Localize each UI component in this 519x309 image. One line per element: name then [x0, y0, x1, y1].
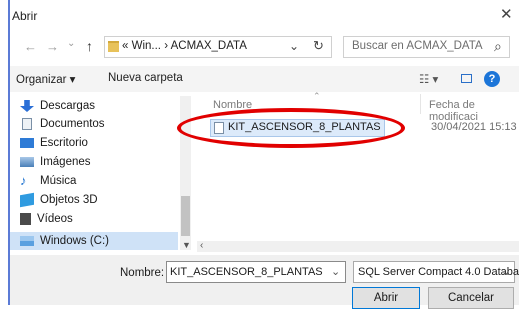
download-icon: [20, 100, 34, 112]
sidebar-item-label: Windows (C:): [40, 235, 110, 247]
search-icon[interactable]: ⌕: [494, 38, 502, 55]
sidebar-item-imagenes[interactable]: Imágenes: [20, 153, 91, 171]
folder-icon: [108, 41, 119, 52]
column-divider[interactable]: [420, 94, 421, 114]
recent-locations-icon[interactable]: ⌄: [67, 38, 75, 49]
file-type-value[interactable]: SQL Server Compact 4.0 Databa: [358, 266, 519, 278]
scroll-left-icon[interactable]: ‹: [200, 240, 203, 251]
breadcrumb-item-acmax-data[interactable]: ACMAX_DATA: [171, 40, 247, 52]
search-placeholder: Buscar en ACMAX_DATA: [352, 40, 483, 52]
list-horizontal-scrollbar[interactable]: [197, 241, 519, 252]
sidebar-scrollbar-thumb[interactable]: [181, 196, 190, 236]
command-bar: [10, 66, 519, 92]
file-type-dropdown-icon[interactable]: ⌄: [501, 265, 510, 278]
sidebar-item-windows-c[interactable]: Windows (C:): [10, 232, 178, 250]
filename-value[interactable]: KIT_ASCENSOR_8_PLANTAS: [170, 266, 323, 278]
drive-icon: [20, 236, 34, 246]
breadcrumb[interactable]: « Win... › ACMAX_DATA: [122, 40, 247, 52]
red-annotation-ellipse: [177, 108, 405, 148]
back-icon[interactable]: ←: [24, 39, 37, 54]
close-icon[interactable]: ✕: [500, 5, 513, 23]
scroll-down-icon[interactable]: ▼: [182, 240, 191, 250]
objects3d-icon: [20, 192, 34, 208]
filename-label: Nombre:: [120, 267, 165, 279]
breadcrumb-separator: ›: [164, 40, 169, 52]
forward-icon[interactable]: →: [46, 39, 59, 54]
organize-button[interactable]: Organizar ▾: [16, 72, 75, 86]
music-icon: ♪: [20, 173, 27, 188]
pictures-icon: [20, 157, 34, 167]
chevron-down-icon[interactable]: ⌄: [289, 39, 299, 53]
sidebar-item-musica[interactable]: ♪ Música: [20, 172, 76, 190]
breadcrumb-item-win[interactable]: Win...: [132, 40, 161, 52]
videos-icon: [20, 213, 31, 225]
window-title: Abrir: [12, 9, 38, 23]
desktop-icon: [20, 138, 34, 148]
open-button[interactable]: Abrir: [352, 287, 420, 309]
sidebar-item-label: Vídeos: [37, 213, 73, 225]
cancel-button[interactable]: Cancelar: [428, 287, 514, 309]
breadcrumb-overflow-icon[interactable]: «: [122, 40, 128, 52]
help-icon[interactable]: ?: [484, 71, 500, 87]
sidebar-item-label: Imágenes: [40, 156, 91, 168]
sidebar-item-objetos-3d[interactable]: Objetos 3D: [20, 191, 98, 209]
sidebar-item-label: Objetos 3D: [40, 194, 98, 206]
refresh-icon[interactable]: ↻: [313, 38, 324, 54]
filename-dropdown-icon[interactable]: ⌄: [331, 265, 340, 278]
sidebar-item-videos[interactable]: Vídeos: [20, 210, 73, 228]
sidebar-item-label: Documentos: [40, 118, 105, 130]
sidebar-item-label: Escritorio: [40, 137, 88, 149]
documents-icon: [22, 118, 32, 130]
sidebar-item-escritorio[interactable]: Escritorio: [20, 134, 88, 152]
sidebar-item-documentos[interactable]: Documentos: [20, 115, 105, 133]
new-folder-button[interactable]: Nueva carpeta: [108, 72, 183, 84]
file-date: 30/04/2021 15:13: [431, 121, 517, 133]
up-folder-icon[interactable]: ↑: [86, 38, 93, 54]
sidebar-item-label: Música: [40, 175, 77, 187]
sidebar-item-label: Descargas: [40, 100, 95, 112]
preview-pane-icon[interactable]: [461, 74, 472, 83]
sort-ascending-icon: ⌃: [313, 91, 321, 101]
sidebar-item-descargas[interactable]: Descargas: [20, 97, 95, 115]
view-options-icon[interactable]: ☷ ▾: [419, 72, 438, 86]
column-header-date[interactable]: Fecha de modificaci: [429, 99, 519, 123]
